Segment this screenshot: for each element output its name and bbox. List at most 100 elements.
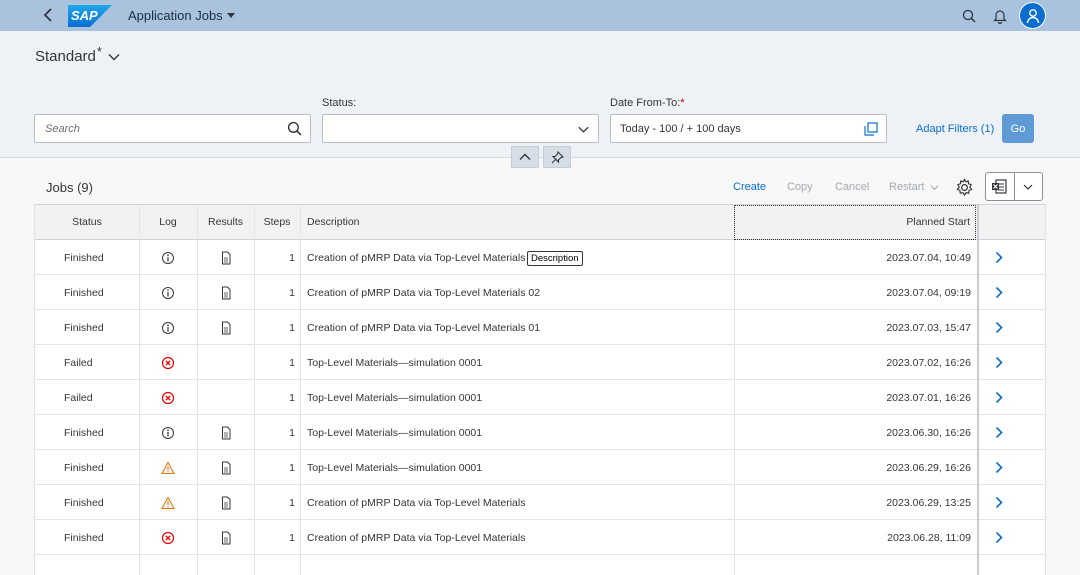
error-icon[interactable] <box>161 356 175 370</box>
tooltip: Description <box>527 251 583 266</box>
chevron-right-icon[interactable] <box>993 531 1005 544</box>
planned-start-cell: 2023.07.04, 10:49 <box>886 251 971 264</box>
cancel-button[interactable]: Cancel <box>835 181 869 193</box>
log-cell <box>161 520 175 555</box>
search-button[interactable] <box>959 6 979 26</box>
planned-start-cell: 2023.07.02, 16:26 <box>886 356 971 369</box>
chevron-right-icon[interactable] <box>993 391 1005 404</box>
column-header-log[interactable]: Log <box>139 204 197 240</box>
column-header-steps[interactable]: Steps <box>254 204 300 240</box>
info-icon[interactable] <box>161 426 175 440</box>
chevron-down-icon <box>930 184 939 190</box>
column-header-planned-start[interactable]: Planned Start <box>735 204 977 240</box>
table-row[interactable]: Finished 1 Creation of pMRP Data via Top-L… <box>35 520 1045 555</box>
log-cell <box>161 240 175 275</box>
column-header-results[interactable]: Results <box>197 204 254 240</box>
adapt-filters-button[interactable]: Adapt Filters (1) <box>916 123 994 135</box>
results-cell <box>219 450 233 485</box>
error-icon[interactable] <box>161 531 175 545</box>
info-icon[interactable] <box>161 286 175 300</box>
status-cell: Finished <box>64 426 104 439</box>
steps-cell: 1 <box>289 251 295 264</box>
table-row[interactable]: Finished 1 Top-Level Materials—simulation … <box>35 415 1045 450</box>
go-button[interactable]: Go <box>1002 114 1034 143</box>
restart-button[interactable]: Restart <box>889 181 939 193</box>
date-range-field[interactable]: Today - 100 / + 100 days <box>610 114 887 143</box>
info-icon[interactable] <box>161 321 175 335</box>
table-row[interactable]: Finished 1 Creation of pMRP Data via Top-L… <box>35 275 1045 310</box>
table-row[interactable]: Failed 1 Top-Level Materials—simulation 00… <box>35 380 1045 415</box>
results-cell <box>219 310 233 345</box>
document-icon[interactable] <box>219 426 233 440</box>
export-button-group <box>985 172 1043 201</box>
log-cell <box>161 380 175 415</box>
export-button[interactable] <box>986 173 1015 200</box>
collapse-header-button[interactable] <box>511 146 539 168</box>
date-label: Date From-To:* <box>610 97 685 109</box>
chevron-right-icon[interactable] <box>993 321 1005 334</box>
variant-selector[interactable]: Standard * <box>35 44 102 65</box>
date-label-text: Date From-To: <box>610 97 681 109</box>
variant-name: Standard <box>35 48 96 65</box>
log-cell <box>161 450 175 485</box>
table-row[interactable]: Finished 1 Top-Level Materials—simulation … <box>35 450 1045 485</box>
chevron-right-icon[interactable] <box>993 461 1005 474</box>
chevron-down-icon <box>108 54 120 61</box>
chevron-right-icon[interactable] <box>993 286 1005 299</box>
required-marker: * <box>680 97 685 109</box>
planned-start-cell: 2023.06.29, 16:26 <box>886 461 971 474</box>
info-icon[interactable] <box>161 251 175 265</box>
table-row[interactable]: Finished 1 Creation of pMRP Data via Top-L… <box>35 485 1045 520</box>
column-divider <box>254 204 255 575</box>
status-cell: Finished <box>64 461 104 474</box>
search-icon <box>962 9 976 23</box>
search-input[interactable]: Search <box>34 114 311 143</box>
back-button[interactable] <box>38 5 58 25</box>
warning-icon[interactable] <box>161 460 175 475</box>
description-cell: Top-Level Materials—simulation 0001 <box>307 426 483 439</box>
document-icon[interactable] <box>219 321 233 335</box>
status-select[interactable] <box>322 114 599 143</box>
table-row[interactable]: Failed 1 Top-Level Materials—simulation 00… <box>35 345 1045 380</box>
document-icon[interactable] <box>219 531 233 545</box>
document-icon[interactable] <box>219 286 233 300</box>
document-icon[interactable] <box>219 461 233 475</box>
column-header-description[interactable]: Description <box>300 204 734 240</box>
document-icon[interactable] <box>219 496 233 510</box>
notifications-button[interactable] <box>990 6 1010 26</box>
copy-button[interactable]: Copy <box>787 181 813 193</box>
planned-start-cell: 2023.07.03, 15:47 <box>886 321 971 334</box>
gear-icon[interactable] <box>955 178 974 197</box>
table-row[interactable]: Finished 1 Creation of pMRP Data via Top-L… <box>35 310 1045 345</box>
app-title-menu[interactable]: Application Jobs <box>128 8 235 23</box>
chevron-right-icon[interactable] <box>993 496 1005 509</box>
log-cell <box>161 485 175 520</box>
column-divider <box>139 204 140 575</box>
error-icon[interactable] <box>161 391 175 405</box>
sap-logo[interactable]: SAP <box>68 5 112 27</box>
variant-modified-marker: * <box>96 44 102 59</box>
steps-cell: 1 <box>289 461 295 474</box>
export-dropdown-button[interactable] <box>1015 173 1043 200</box>
chevron-right-icon[interactable] <box>993 356 1005 369</box>
chevron-up-icon <box>519 153 531 160</box>
chevron-right-icon[interactable] <box>993 251 1005 264</box>
status-label: Status: <box>322 97 357 109</box>
pin-header-button[interactable] <box>543 146 571 168</box>
search-icon[interactable] <box>287 121 302 136</box>
column-header-status[interactable]: Status <box>35 204 139 240</box>
sap-logo-text: SAP <box>71 8 98 23</box>
pin-icon <box>551 150 564 163</box>
planned-start-cell: 2023.07.04, 09:19 <box>886 286 971 299</box>
variant-dropdown-button[interactable] <box>107 50 123 66</box>
status-cell: Finished <box>64 321 104 334</box>
restart-label: Restart <box>889 181 925 193</box>
user-avatar[interactable] <box>1019 2 1046 29</box>
create-button[interactable]: Create <box>733 181 766 193</box>
warning-icon[interactable] <box>161 495 175 510</box>
chevron-right-icon[interactable] <box>993 426 1005 439</box>
steps-cell: 1 <box>289 531 295 544</box>
status-cell: Finished <box>64 496 104 509</box>
document-icon[interactable] <box>219 251 233 265</box>
value-help-icon[interactable] <box>864 122 878 136</box>
